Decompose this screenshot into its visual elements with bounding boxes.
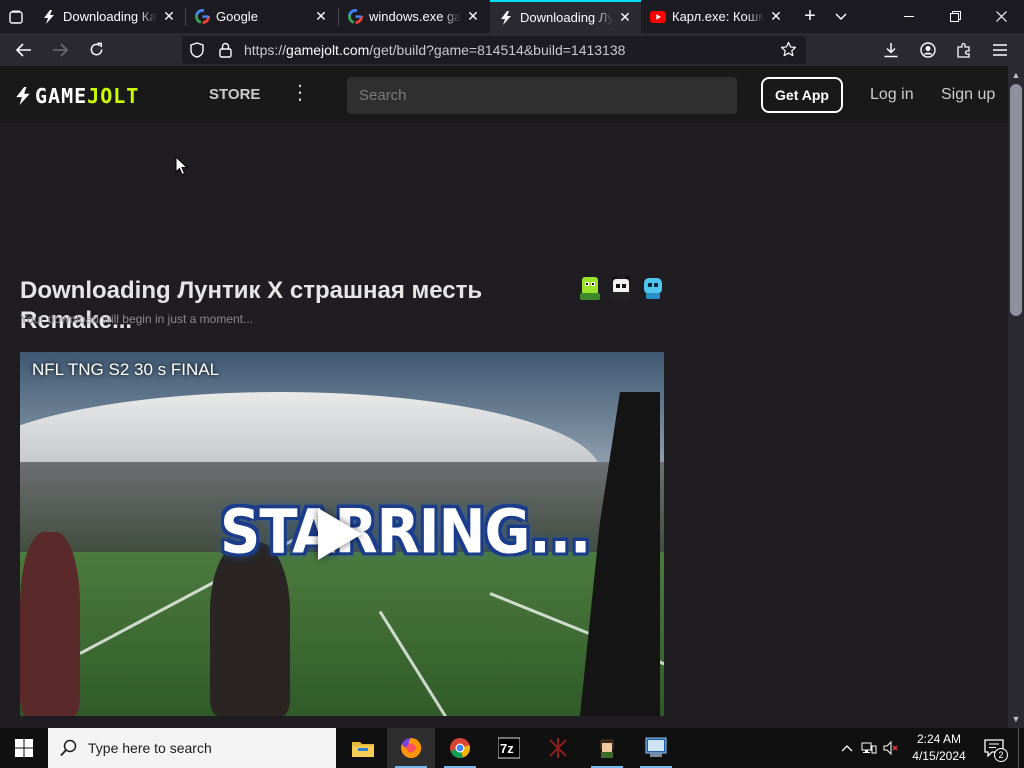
chevron-up-icon[interactable]	[836, 744, 858, 752]
scroll-down-icon[interactable]: ▼	[1008, 712, 1024, 726]
chevron-down-icon[interactable]	[828, 0, 854, 33]
file-explorer-icon[interactable]	[339, 728, 387, 768]
blue-mascot-icon	[644, 278, 662, 299]
account-icon[interactable]	[913, 33, 943, 66]
tab-title: Downloading Лунтик	[520, 10, 613, 25]
url-scheme: https://	[244, 42, 287, 58]
browser-tab[interactable]: Downloading Карл.exe ✕	[33, 0, 185, 33]
volume-muted-icon[interactable]	[880, 741, 902, 755]
browser-tab[interactable]: windows.exe gameplay ✕	[339, 0, 489, 33]
hamburger-menu-icon[interactable]	[985, 33, 1015, 66]
signup-link[interactable]: Sign up	[941, 86, 995, 104]
more-vertical-icon[interactable]: ⋮	[290, 80, 310, 105]
reload-icon[interactable]	[81, 33, 111, 66]
browser-nav-bar: https://gamejolt.com/get/build?game=8145…	[0, 33, 1024, 66]
page-scrollbar[interactable]: ▲ ▼	[1008, 66, 1024, 728]
video-overlay-text: STARRING...	[220, 497, 591, 568]
search-icon	[60, 739, 77, 757]
youtube-icon	[650, 9, 666, 25]
windows-taskbar: Type here to search 7z 2:24 AM 4/15/2024…	[0, 728, 1024, 768]
tab-title: Google	[216, 9, 258, 24]
lock-icon[interactable]	[219, 42, 232, 63]
browser-tab-strip: Downloading Карл.exe ✕ Google ✕ windows.…	[0, 0, 1024, 33]
browser-tab[interactable]: Карл.exe: Кошмар ✕	[642, 0, 792, 33]
7zip-icon[interactable]: 7z	[485, 728, 533, 768]
tab-title: windows.exe gameplay	[369, 9, 461, 24]
url-host: gamejolt.com	[286, 42, 370, 58]
minimize-icon[interactable]	[886, 0, 932, 33]
taskbar-clock[interactable]: 2:24 AM 4/15/2024	[905, 731, 973, 765]
scroll-up-icon[interactable]: ▲	[1008, 68, 1024, 82]
video-frame-person	[20, 532, 80, 716]
address-bar[interactable]: https://gamejolt.com/get/build?game=8145…	[182, 36, 806, 64]
store-link[interactable]: STORE	[209, 86, 260, 103]
back-arrow-icon[interactable]	[9, 33, 39, 66]
close-icon[interactable]: ✕	[465, 8, 481, 25]
show-desktop-button[interactable]	[1018, 728, 1024, 768]
gamejolt-header: GAMEJOLT STORE ⋮ Get App Log in Sign up	[0, 66, 1008, 123]
tab-list-icon[interactable]	[0, 0, 32, 33]
green-mascot-icon	[580, 277, 600, 300]
scrollbar-thumb[interactable]	[1010, 84, 1022, 316]
notification-center-icon[interactable]: 2	[978, 728, 1010, 768]
notification-count: 2	[994, 748, 1008, 762]
download-title: Downloading Лунтик X страшная месть Rema…	[20, 277, 483, 334]
close-icon[interactable]: ✕	[313, 8, 329, 25]
browser-tab-active[interactable]: Downloading Лунтик ✕	[490, 0, 641, 33]
game-app-icon[interactable]	[534, 728, 582, 768]
firefox-icon[interactable]	[387, 728, 435, 768]
forward-arrow-icon[interactable]	[45, 33, 75, 66]
svg-text:7z: 7z	[500, 741, 514, 756]
download-subtitle: Your download will begin in just a momen…	[20, 312, 254, 326]
character-app-icon[interactable]	[583, 728, 631, 768]
url-text: https://gamejolt.com/get/build?game=8145…	[244, 42, 625, 58]
restore-icon[interactable]	[932, 0, 978, 33]
clock-date: 4/15/2024	[912, 749, 966, 763]
logo-game-text: GAME	[35, 84, 88, 108]
system-tray	[836, 728, 902, 768]
shield-icon[interactable]	[190, 42, 204, 63]
clock-time: 2:24 AM	[916, 732, 962, 746]
mouse-cursor-icon	[175, 156, 188, 176]
close-icon[interactable]: ✕	[161, 8, 177, 25]
google-g-icon	[194, 9, 210, 25]
logo-jolt-text: JOLT	[87, 84, 140, 108]
taskbar-search-box[interactable]: Type here to search	[48, 728, 336, 768]
video-title: NFL TNG S2 30 s FINAL	[32, 360, 220, 379]
gamejolt-bolt-icon	[16, 87, 30, 105]
video-ad-player[interactable]: NFL TNG S2 30 s FINAL STARRING...	[20, 352, 664, 716]
gamejolt-bolt-icon	[498, 10, 514, 26]
panda-mascot-icon	[611, 276, 631, 300]
close-icon[interactable]: ✕	[617, 9, 633, 26]
google-g-icon	[347, 9, 363, 25]
control-panel-icon[interactable]	[632, 728, 680, 768]
network-icon[interactable]	[858, 741, 880, 755]
close-window-icon[interactable]	[978, 0, 1024, 33]
get-app-button[interactable]: Get App	[761, 77, 843, 113]
login-link[interactable]: Log in	[870, 86, 914, 104]
play-icon[interactable]	[318, 508, 362, 560]
windows-start-icon[interactable]	[0, 728, 48, 768]
extensions-icon[interactable]	[949, 33, 979, 66]
taskbar-search-placeholder: Type here to search	[88, 740, 212, 756]
gamejolt-logo[interactable]: GAME JOLT	[15, 84, 139, 108]
tab-title: Downloading Карл.exe	[63, 9, 157, 24]
video-frame-person	[210, 542, 290, 716]
close-icon[interactable]: ✕	[768, 8, 784, 25]
new-tab-icon[interactable]: +	[796, 0, 824, 33]
browser-tab[interactable]: Google ✕	[186, 0, 337, 33]
gamejolt-bolt-icon	[41, 9, 57, 25]
download-icon[interactable]	[876, 33, 906, 66]
url-path: /get/build?game=814514&build=1413138	[369, 42, 626, 58]
tab-title: Карл.exe: Кошмар	[672, 9, 764, 24]
web-page: GAMEJOLT STORE ⋮ Get App Log in Sign up …	[0, 66, 1008, 728]
bookmark-star-icon[interactable]	[780, 41, 797, 63]
chrome-icon[interactable]	[436, 728, 484, 768]
search-input[interactable]	[347, 77, 737, 114]
